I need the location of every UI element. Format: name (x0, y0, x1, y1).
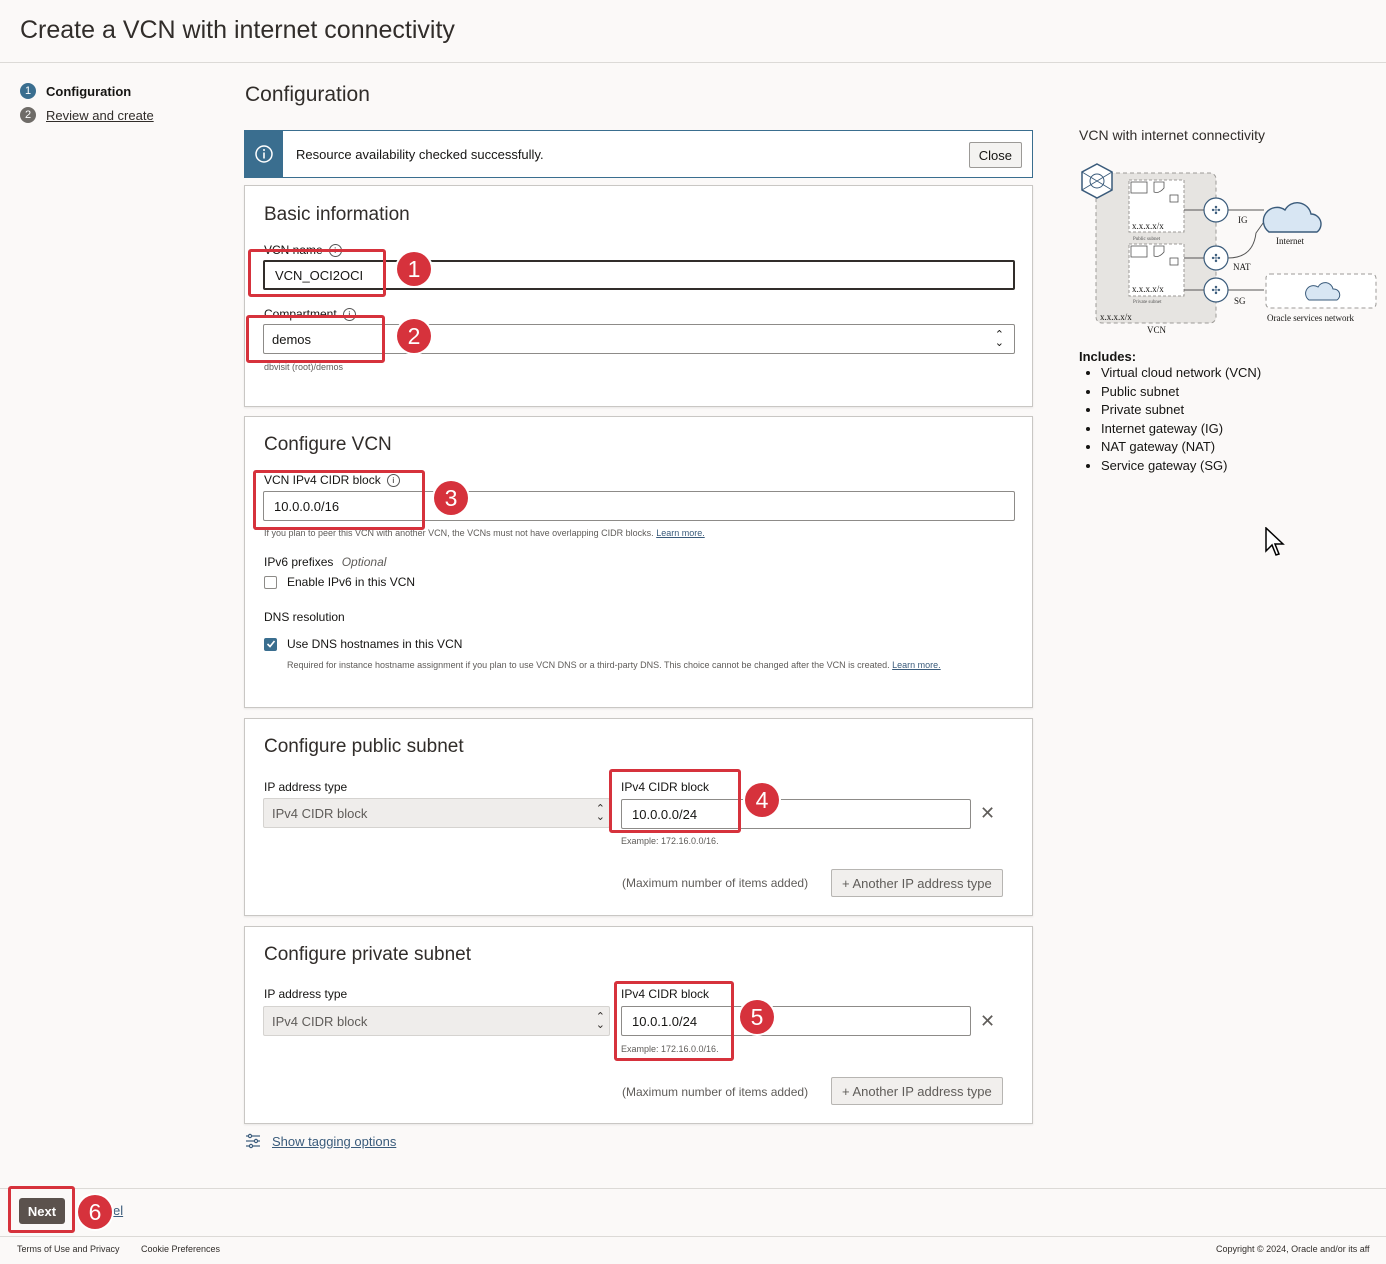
annotation-badge: 1 (397, 252, 431, 286)
banner-message: Resource availability checked successful… (296, 147, 544, 162)
annotation-box-1 (248, 249, 386, 297)
divider (0, 1236, 1386, 1237)
close-button[interactable]: Close (968, 142, 1022, 168)
oracle-services-text: Oracle services network (1267, 313, 1354, 323)
cloud-icon (1262, 202, 1322, 233)
annotation-badge: 4 (745, 783, 779, 817)
dns-hostnames-label: Use DNS hostnames in this VCN (287, 637, 463, 651)
step-label: Configuration (46, 83, 132, 99)
enable-ipv6-checkbox-row[interactable]: Enable IPv6 in this VCN (264, 575, 415, 589)
page-title: Create a VCN with internet connectivity (20, 16, 455, 44)
annotation-badge: 5 (740, 1000, 774, 1034)
step-number: 2 (20, 107, 36, 123)
ip-type-label: IP address type (264, 780, 348, 794)
page-header: Create a VCN with internet connectivity (0, 0, 1386, 63)
configure-vcn-panel: Configure VCN VCN IPv4 CIDR block i 10.0… (244, 416, 1033, 708)
show-tagging-options[interactable]: Show tagging options (245, 1133, 396, 1149)
panel-title: Configure VCN (264, 434, 392, 455)
includes-list: Includes: Virtual cloud network (VCN) Pu… (1079, 349, 1261, 476)
list-item: Service gateway (SG) (1101, 457, 1261, 476)
sg-text: SG (1234, 296, 1246, 306)
vcn-icon (1081, 163, 1113, 199)
vcn-cidr-text: x.x.x.x/x (1100, 312, 1132, 322)
mouse-cursor-icon (1265, 527, 1285, 556)
annotation-box-2 (246, 315, 385, 363)
close-icon[interactable]: ✕ (980, 1011, 995, 1032)
enable-ipv6-label: Enable IPv6 in this VCN (287, 575, 416, 589)
info-icon (245, 131, 283, 177)
list-item: Public subnet (1101, 383, 1261, 402)
public-subnet-text: Public subnet (1133, 237, 1161, 242)
includes-heading: Includes: (1079, 349, 1137, 364)
terms-link[interactable]: Terms of Use and Privacy (17, 1244, 120, 1254)
internet-text: Internet (1276, 236, 1304, 246)
svg-text:✣: ✣ (1211, 284, 1220, 297)
ip-type-value: IPv4 CIDR block (272, 805, 368, 821)
diagram-title: VCN with internet connectivity (1079, 127, 1265, 143)
ip-type-value: IPv4 CIDR block (272, 1013, 368, 1029)
close-icon[interactable]: ✕ (980, 803, 995, 824)
public-cidr-text: x.x.x.x/x (1132, 221, 1164, 231)
ip-type-select[interactable]: IPv4 CIDR block ⌃ ⌄ (263, 798, 610, 828)
dns-help: Required for instance hostname assignmen… (287, 660, 941, 670)
max-items-note: (Maximum number of items added) (622, 1085, 809, 1099)
show-tagging-link[interactable]: Show tagging options (272, 1134, 396, 1149)
panel-title: Configure private subnet (264, 944, 472, 965)
optional-tag: Optional (341, 555, 387, 569)
list-item: Virtual cloud network (VCN) (1101, 364, 1261, 383)
sliders-icon (246, 1133, 260, 1149)
step-label: Review and create (46, 107, 154, 123)
private-cidr-text: x.x.x.x/x (1132, 284, 1164, 294)
dns-resolution-label: DNS resolution (264, 610, 345, 624)
chevron-updown-icon: ⌃ ⌄ (595, 803, 605, 823)
nat-text: NAT (1233, 262, 1251, 272)
list-item: NAT gateway (NAT) (1101, 438, 1261, 457)
cancel-link[interactable]: el (113, 1203, 123, 1218)
cidr-example: Example: 172.16.0.0/16. (621, 836, 719, 846)
success-banner: Resource availability checked successful… (244, 130, 1033, 178)
footer-bar (0, 1188, 1386, 1235)
svg-text:✣: ✣ (1211, 204, 1220, 217)
private-subnet-text: Private subnet (1133, 300, 1162, 305)
annotation-box-5 (614, 981, 734, 1061)
learn-more-link[interactable]: Learn more. (656, 528, 705, 538)
annotation-box-4 (609, 769, 741, 833)
add-ip-type-button[interactable]: + Another IP address type (831, 1077, 1003, 1105)
add-ip-type-button[interactable]: + Another IP address type (831, 869, 1003, 897)
cookie-preferences-link[interactable]: Cookie Preferences (141, 1244, 220, 1254)
svg-text:✣: ✣ (1211, 252, 1220, 265)
ip-type-label: IP address type (264, 987, 348, 1001)
compartment-path: dbvisit (root)/demos (264, 362, 344, 372)
vcn-text: VCN (1147, 325, 1167, 335)
step-number: 1 (20, 83, 36, 99)
dns-hostnames-checkbox-row[interactable]: Use DNS hostnames in this VCN (264, 637, 462, 651)
ig-text: IG (1238, 215, 1248, 225)
list-item: Private subnet (1101, 401, 1261, 420)
step-review-and-create[interactable]: 2 Review and create (20, 107, 154, 123)
copyright: Copyright © 2024, Oracle and/or its aff (1216, 1244, 1370, 1254)
max-items-note: (Maximum number of items added) (622, 876, 809, 890)
panel-title: Configure public subnet (264, 736, 464, 757)
annotation-box-3 (253, 470, 425, 530)
check-icon (266, 640, 275, 648)
list-item: Internet gateway (IG) (1101, 420, 1261, 439)
annotation-box-6 (8, 1186, 75, 1233)
annotation-badge: 3 (434, 481, 468, 515)
dns-hostnames-checkbox[interactable] (264, 637, 277, 651)
step-configuration[interactable]: 1 Configuration (20, 83, 131, 99)
panel-title: Basic information (264, 204, 410, 225)
vcn-diagram: x.x.x.x/x Public subnet x.x.x.x/x Privat… (1081, 163, 1377, 335)
learn-more-link[interactable]: Learn more. (892, 660, 941, 670)
section-title: Configuration (245, 83, 370, 106)
chevron-updown-icon: ⌃ ⌄ (595, 1011, 605, 1031)
annotation-badge: 2 (397, 319, 431, 353)
chevron-updown-icon: ⌃ ⌄ (994, 329, 1004, 349)
ipv6-label: IPv6 prefixes Optional (264, 555, 387, 569)
annotation-badge: 6 (78, 1195, 112, 1229)
enable-ipv6-checkbox[interactable] (264, 575, 277, 589)
ip-type-select[interactable]: IPv4 CIDR block ⌃ ⌄ (263, 1006, 610, 1036)
